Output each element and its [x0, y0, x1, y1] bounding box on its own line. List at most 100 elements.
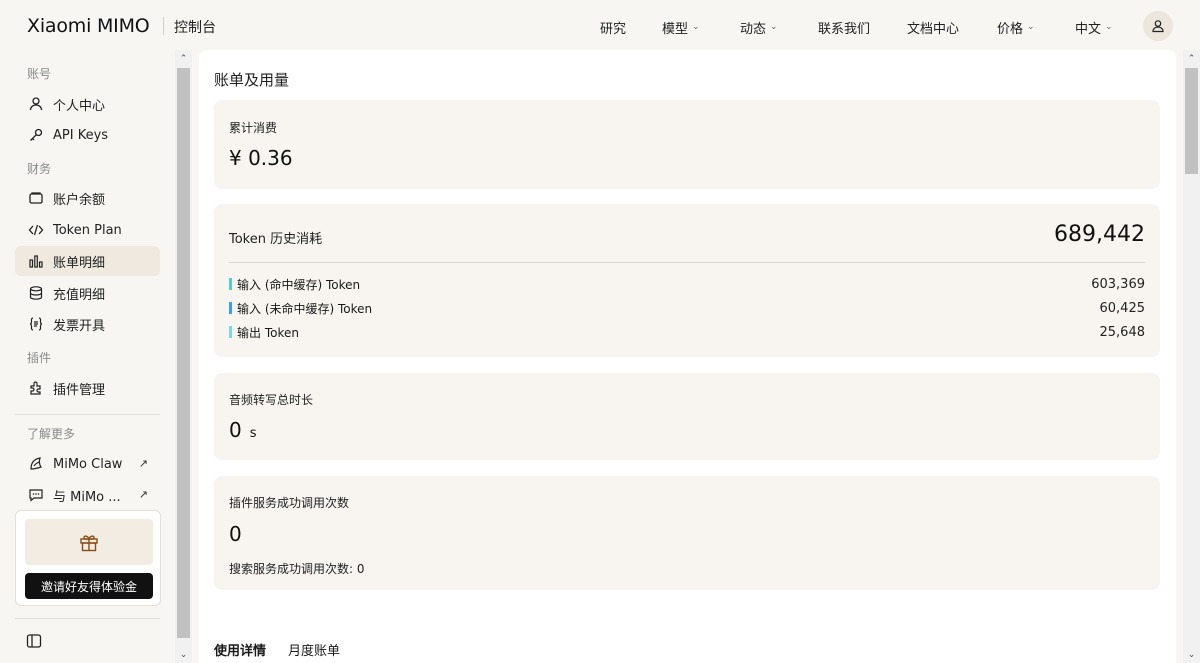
plugin-calls-label: 插件服务成功调用次数	[229, 496, 350, 510]
brand-divider	[163, 17, 164, 35]
audio-duration-label: 音频转写总时长	[229, 393, 314, 407]
nav-research[interactable]: 研究	[600, 18, 626, 37]
nav-docs-label: 文档中心	[907, 22, 960, 37]
invoice-icon	[27, 315, 45, 333]
wallet-icon	[27, 189, 45, 207]
console-label: 控制台	[174, 20, 216, 36]
user-icon	[1152, 20, 1164, 33]
chat-icon	[27, 486, 45, 504]
sidebar-item-label: MiMo Claw	[53, 456, 123, 472]
nav-contact-label: 联系我们	[818, 22, 871, 37]
nav-pricing-label: 价格	[997, 22, 1024, 37]
sidebar-item-label: 个人中心	[53, 98, 106, 114]
sidebar-divider	[15, 618, 160, 619]
scroll-down-arrow-icon[interactable]: ⌄	[1183, 647, 1200, 662]
main-scrollbar[interactable]: ⌃ ⌄	[1183, 50, 1200, 663]
sidebar-item-token-plan[interactable]: Token Plan	[15, 215, 160, 245]
sidebar-item-profile[interactable]: 个人中心	[15, 89, 160, 119]
brand-logo[interactable]: Xiaomi MIMO	[27, 15, 150, 37]
section-finance-title: 财务	[27, 162, 52, 176]
invite-card: 邀请好友得体验金	[15, 510, 161, 606]
sidebar-item-billing-details[interactable]: 账单明细	[15, 246, 160, 276]
nav-news[interactable]: 动态 ⌄	[740, 18, 778, 38]
plugin-icon	[27, 379, 45, 397]
sidebar-item-plugin-management[interactable]: 插件管理	[15, 373, 160, 403]
top-header: Xiaomi MIMO 控制台 研究 模型 ⌄ 动态 ⌄ 联系我们 文档中心 价格 ⌄…	[0, 0, 1200, 50]
claw-icon	[27, 455, 45, 473]
invite-friends-button[interactable]: 邀请好友得体验金	[25, 573, 153, 599]
scrollbar-thumb[interactable]	[1185, 68, 1198, 174]
section-plugin-title: 插件	[27, 351, 52, 365]
audio-duration-value: 0	[229, 418, 242, 442]
section-account-title: 账号	[27, 67, 52, 81]
token-row-value: 603,369	[1091, 276, 1145, 292]
audio-duration-unit: s	[249, 426, 257, 441]
total-spend-value: ¥ 0.36	[229, 146, 293, 170]
tab-usage-details[interactable]: 使用详情	[214, 640, 266, 659]
legend-swatch	[229, 326, 232, 338]
token-row-cache-hit: 输入 (命中缓存) Token 603,369	[229, 275, 1145, 293]
sidebar-item-label: Token Plan	[53, 222, 122, 238]
scrollbar-thumb[interactable]	[177, 68, 190, 638]
sidebar-scrollbar[interactable]: ⌃ ⌄	[175, 50, 192, 663]
total-spend-card: 累计消费 ¥ 0.36	[214, 100, 1160, 189]
usage-tabs: 使用详情 月度账单	[214, 640, 340, 659]
scroll-down-arrow-icon[interactable]: ⌄	[175, 647, 192, 662]
avatar-button[interactable]	[1143, 11, 1173, 41]
nav-contact[interactable]: 联系我们	[818, 18, 870, 37]
token-row-value: 25,648	[1099, 324, 1146, 340]
plugin-calls-value: 0	[229, 522, 242, 546]
sidebar-item-balance[interactable]: 账户余额	[15, 183, 160, 213]
nav-docs[interactable]: 文档中心	[907, 18, 959, 37]
sidebar-item-mimo-claw[interactable]: MiMo Claw ↗	[15, 449, 160, 479]
sidebar-item-label: API Keys	[53, 127, 109, 143]
legend-swatch	[229, 302, 232, 314]
tab-monthly-bill[interactable]: 月度账单	[288, 640, 340, 659]
sidebar-item-label: 发票开具	[53, 318, 106, 334]
token-row-label: 输入 (未命中缓存) Token	[237, 301, 373, 316]
nav-news-label: 动态	[740, 22, 767, 37]
sidebar-item-label: 账单明细	[53, 255, 106, 271]
sidebar-item-label: 账户余额	[53, 192, 106, 208]
database-icon	[27, 284, 45, 302]
token-row-cache-miss: 输入 (未命中缓存) Token 60,425	[229, 299, 1145, 317]
sidebar-item-label: 充值明细	[53, 287, 106, 303]
search-calls-label: 搜索服务成功调用次数: 0	[229, 562, 365, 576]
nav-language[interactable]: 中文 ⌄	[1075, 18, 1113, 38]
sidebar-item-api-keys[interactable]: API Keys	[15, 120, 160, 150]
main-panel: 账单及用量 累计消费 ¥ 0.36 Token 历史消耗 689,442 输入 …	[199, 50, 1176, 663]
chevron-down-icon: ⌄	[770, 21, 778, 32]
nav-pricing[interactable]: 价格 ⌄	[997, 18, 1035, 38]
sidebar-item-chat-mimo[interactable]: 与 MiMo ... ↗	[15, 480, 160, 510]
bar-chart-icon	[27, 252, 45, 270]
token-history-label: Token 历史消耗	[229, 232, 323, 247]
chevron-down-icon: ⌄	[1105, 21, 1113, 32]
token-row-label: 输入 (命中缓存) Token	[237, 277, 361, 292]
audio-duration-card: 音频转写总时长 0s	[214, 373, 1160, 460]
chevron-down-icon: ⌄	[1027, 21, 1035, 32]
token-row-value: 60,425	[1099, 300, 1146, 316]
scroll-up-arrow-icon[interactable]: ⌃	[1183, 51, 1200, 66]
scroll-up-arrow-icon[interactable]: ⌃	[175, 51, 192, 66]
token-row-label: 输出 Token	[237, 325, 299, 340]
user-icon	[27, 95, 45, 113]
sidebar-item-label: 与 MiMo ...	[53, 489, 121, 505]
sidebar-item-recharge-details[interactable]: 充值明细	[15, 278, 160, 308]
external-link-icon: ↗	[138, 457, 148, 470]
nav-models-label: 模型	[662, 22, 689, 37]
key-icon	[27, 126, 45, 144]
total-spend-label: 累计消费	[229, 121, 278, 135]
sidebar-item-label: 插件管理	[53, 382, 106, 398]
legend-swatch	[229, 278, 232, 290]
nav-models[interactable]: 模型 ⌄	[662, 18, 700, 38]
token-history-total: 689,442	[1054, 222, 1145, 247]
sidebar-toggle-icon[interactable]	[26, 633, 42, 649]
token-history-card: Token 历史消耗 689,442 输入 (命中缓存) Token 603,3…	[214, 204, 1160, 357]
gift-icon	[80, 535, 98, 552]
token-row-output: 输出 Token 25,648	[229, 323, 1145, 341]
sidebar: 账号 个人中心 API Keys 财务 账户余额 Token Plan 账单明细…	[0, 50, 175, 663]
page-title: 账单及用量	[214, 71, 290, 89]
nav-research-label: 研究	[600, 22, 627, 37]
section-learn-more-title: 了解更多	[27, 427, 76, 441]
sidebar-item-invoice[interactable]: 发票开具	[15, 309, 160, 339]
